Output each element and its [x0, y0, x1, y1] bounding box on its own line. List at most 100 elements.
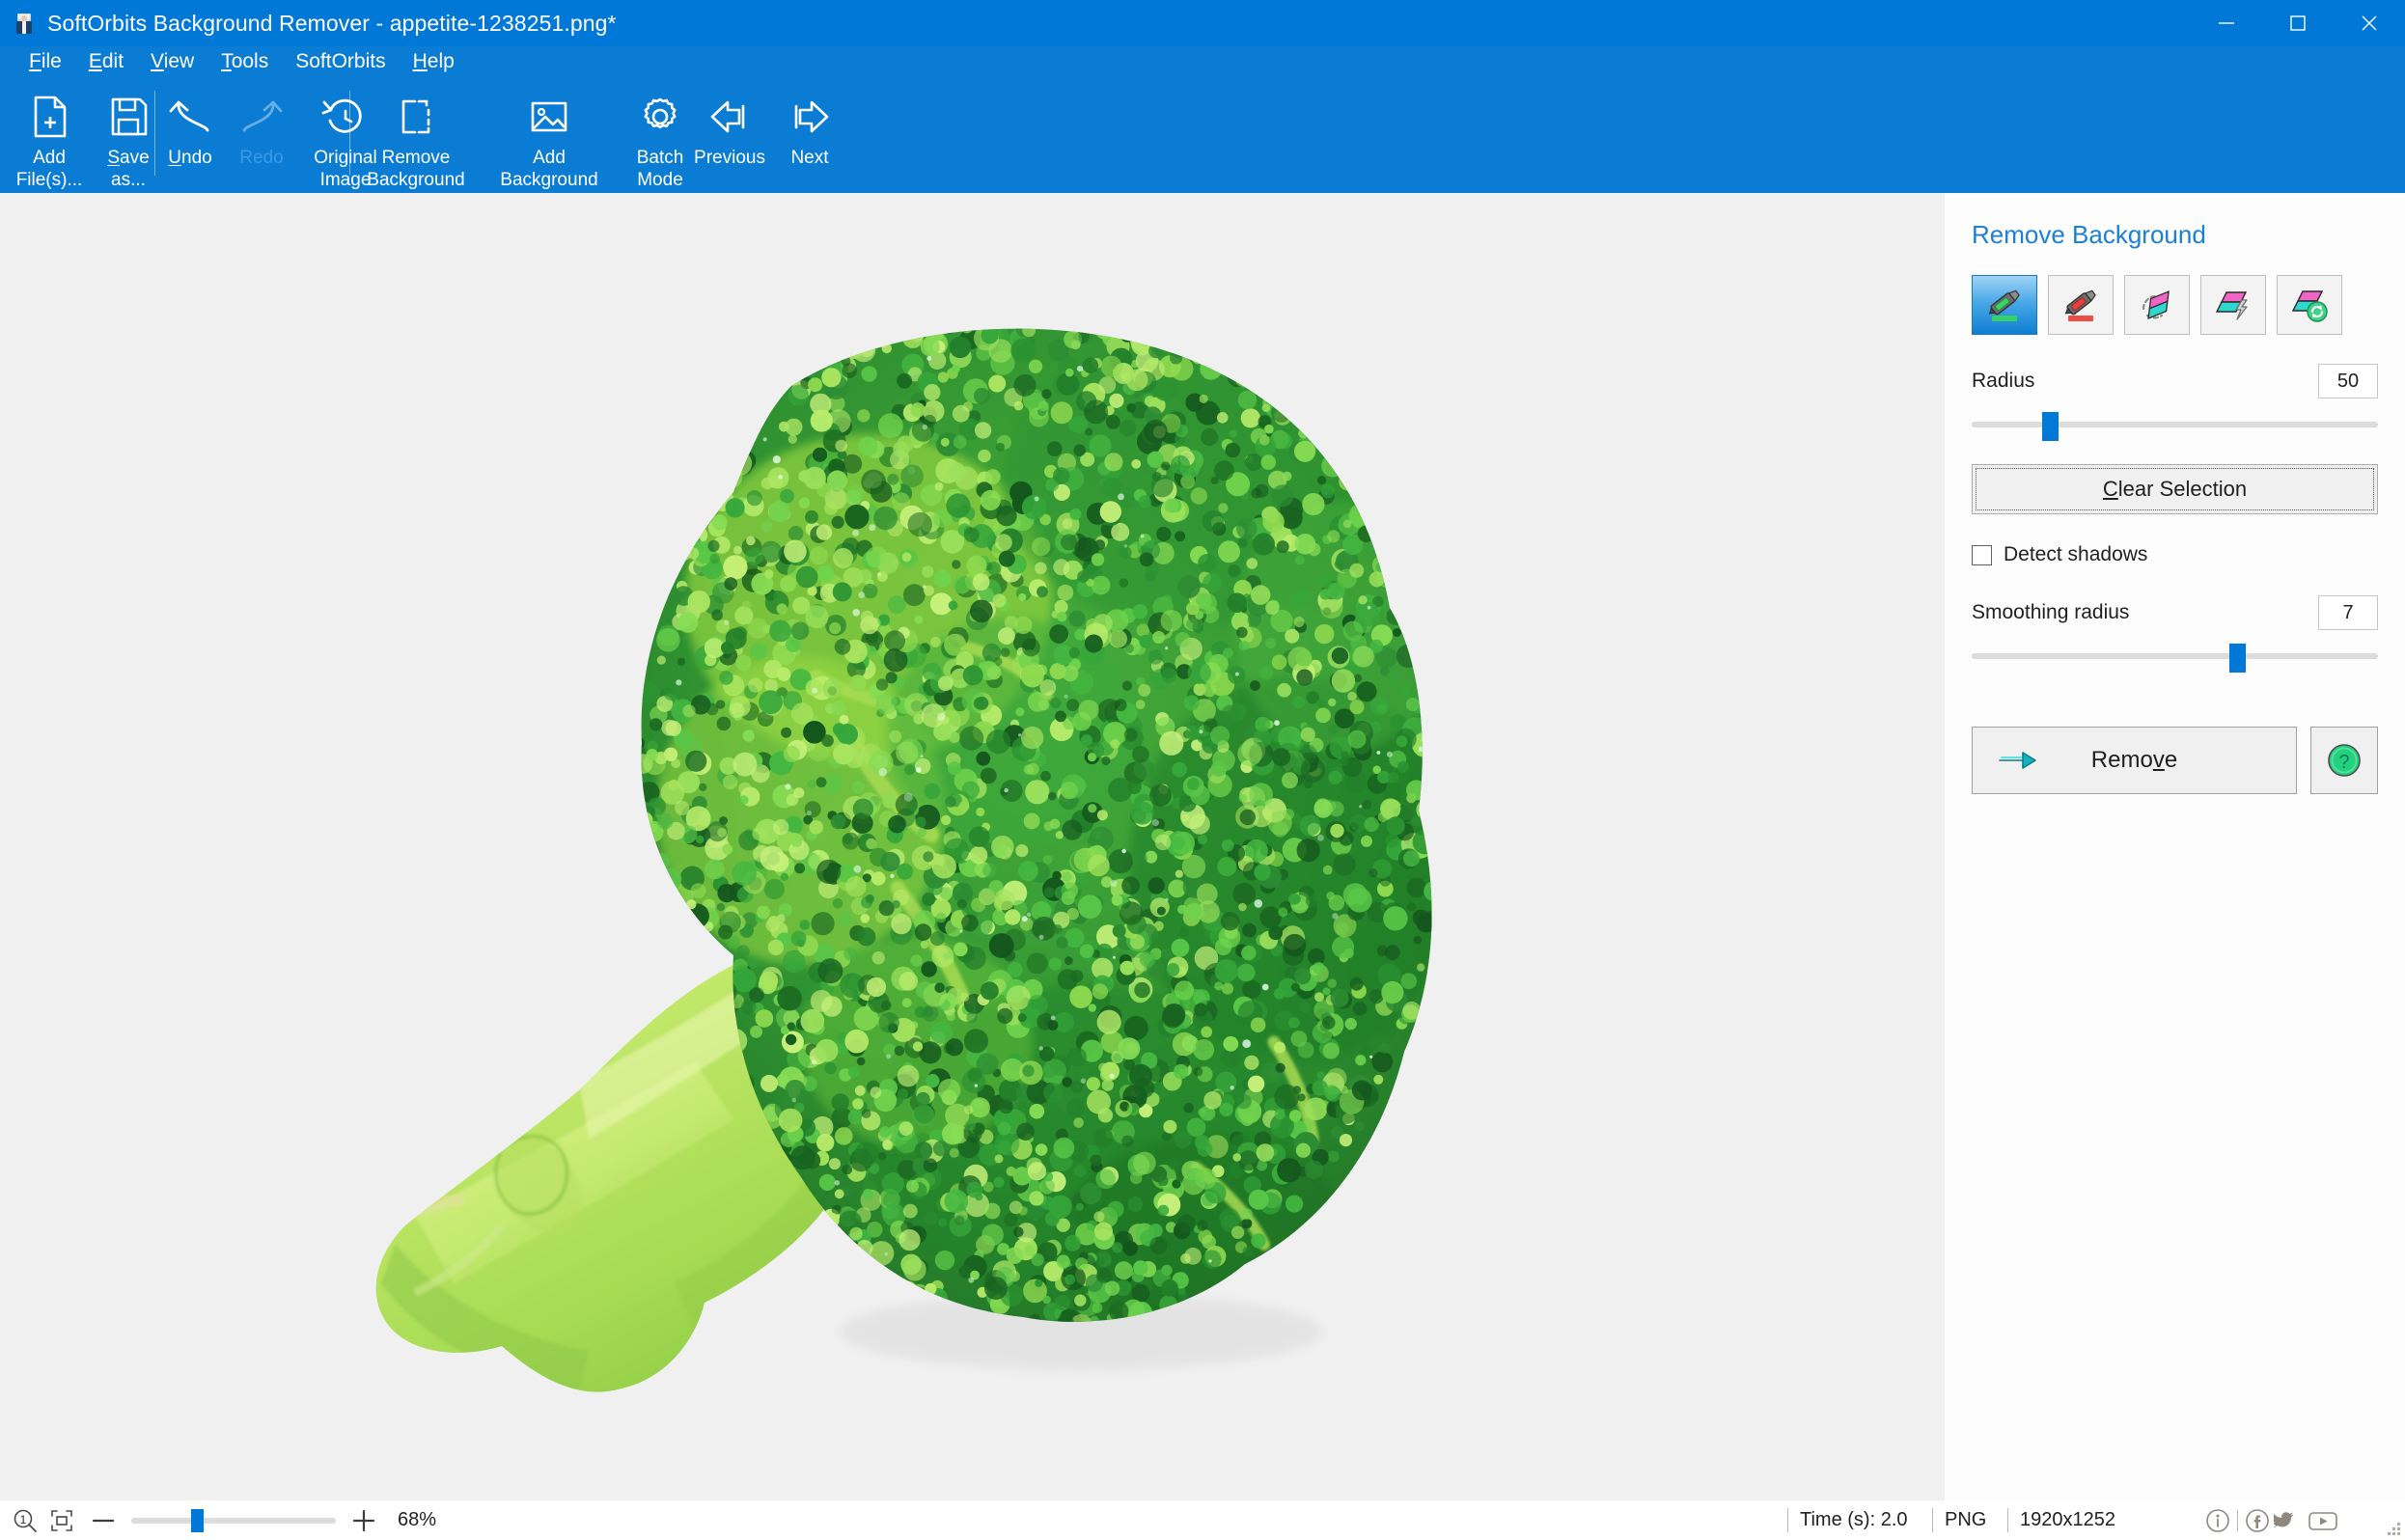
- radius-slider[interactable]: [1972, 410, 2378, 441]
- toolbar-next-label: Next: [790, 148, 829, 168]
- tool-keep-marker-button[interactable]: [1972, 275, 2037, 335]
- resize-grip[interactable]: [2387, 1522, 2400, 1535]
- zoom-slider-track: [131, 1517, 336, 1524]
- detect-shadows-row[interactable]: Detect shadows: [1972, 543, 2378, 566]
- toolbar-previous-label: Previous: [694, 148, 765, 168]
- menu-label-help: elp: [427, 50, 455, 72]
- menu-item-file[interactable]: File: [15, 48, 75, 75]
- menu-bar: File Edit View Tools SoftOrbits Help: [0, 46, 2405, 77]
- youtube-icon[interactable]: [2307, 1506, 2339, 1535]
- clear-selection-button[interactable]: Clear Selection: [1972, 464, 2378, 514]
- close-button[interactable]: [2334, 0, 2405, 46]
- twitter-icon[interactable]: [2274, 1506, 2305, 1535]
- radius-label: Radius: [1972, 370, 2035, 392]
- broccoli-image: [0, 193, 1945, 1500]
- menu-label-tools: ools: [231, 50, 269, 72]
- facebook-icon[interactable]: [2243, 1506, 2272, 1535]
- picture-icon: [523, 89, 575, 145]
- toolbar-remove-background-button[interactable]: Remove Background: [349, 77, 483, 191]
- toolbar-add-background-button[interactable]: Add Background: [483, 77, 616, 191]
- smoothing-radius-slider[interactable]: [1972, 642, 2378, 673]
- smoothing-radius-slider-thumb[interactable]: [2228, 644, 2246, 673]
- menu-item-help[interactable]: Help: [400, 48, 468, 75]
- toolbar-redo-label: Redo: [239, 148, 284, 168]
- tool-eraser-button[interactable]: [2124, 275, 2190, 335]
- menu-label-edit: dit: [101, 50, 124, 72]
- toolbar-previous-button[interactable]: Previous: [685, 77, 774, 169]
- smoothing-radius-slider-track: [1972, 653, 2378, 659]
- crop-dashed-icon: [390, 89, 442, 145]
- minimize-button[interactable]: [2191, 0, 2262, 46]
- add-file-icon: [24, 89, 74, 145]
- toolbar-next-button[interactable]: Next: [774, 77, 845, 169]
- tool-auto-restore-button[interactable]: [2277, 275, 2342, 335]
- window-controls: [2191, 0, 2405, 46]
- menu-label-view: iew: [163, 50, 195, 72]
- smoothing-radius-row: Smoothing radius 7: [1972, 595, 2378, 630]
- status-dimensions-label: 1920x1252: [2020, 1509, 2115, 1530]
- title-bar: SoftOrbits Background Remover - appetite…: [0, 0, 2405, 46]
- save-icon: [103, 89, 153, 145]
- detect-shadows-label: Detect shadows: [2004, 543, 2148, 565]
- menu-label-softorbits: SoftOrbits: [295, 50, 386, 72]
- toolbar-save-as-label: Save as...: [107, 148, 150, 190]
- menu-item-softorbits[interactable]: SoftOrbits: [282, 48, 399, 75]
- menu-item-edit[interactable]: Edit: [75, 48, 137, 75]
- smoothing-radius-value-input[interactable]: 7: [2318, 595, 2378, 630]
- help-question-icon: ?: [2328, 744, 2361, 777]
- arrow-left-icon: [703, 89, 757, 145]
- maximize-button[interactable]: [2262, 0, 2334, 46]
- help-button[interactable]: ?: [2310, 727, 2378, 794]
- social-links: [2203, 1500, 2339, 1540]
- toolbar-batch-mode-label: Batch Mode: [636, 148, 684, 190]
- right-panel: Remove Background Radius 50 Clear Select…: [1945, 193, 2405, 1540]
- teal-arrow-icon: [1998, 748, 2038, 773]
- status-divider-2: [1932, 1508, 1933, 1532]
- radius-row: Radius 50: [1972, 364, 2378, 399]
- toolbar-remove-background-label: Remove Background: [367, 148, 465, 190]
- toolbar-undo-button[interactable]: Undo: [154, 77, 226, 169]
- window-title: SoftOrbits Background Remover - appetite…: [47, 10, 617, 36]
- toolbar-add-files-label: Add File(s)...: [15, 148, 83, 190]
- remove-button[interactable]: Remove: [1972, 727, 2297, 794]
- redo-arrow-icon: [235, 89, 289, 145]
- zoom-slider-thumb[interactable]: [190, 1508, 204, 1532]
- status-format-label: PNG: [1945, 1509, 1987, 1530]
- zoom-percent-label: 68%: [398, 1509, 437, 1530]
- image-canvas[interactable]: [0, 193, 1945, 1500]
- toolbar-redo-button: Redo: [226, 77, 297, 169]
- social-divider: [2237, 1509, 2238, 1531]
- radius-slider-thumb[interactable]: [2041, 412, 2059, 441]
- toolbar-undo-label: Undo: [168, 148, 212, 168]
- menu-item-view[interactable]: View: [137, 48, 207, 75]
- status-time-label: Time (s): 2.0: [1800, 1509, 1908, 1530]
- gear-icon: [634, 89, 686, 145]
- status-divider-1: [1787, 1508, 1788, 1532]
- zoom-slider[interactable]: [131, 1508, 336, 1533]
- svg-text:1: 1: [20, 1513, 27, 1526]
- radius-value-input[interactable]: 50: [2318, 364, 2378, 399]
- panel-title: Remove Background: [1972, 220, 2206, 249]
- zoom-in-icon[interactable]: [351, 1508, 376, 1533]
- toolbar-add-files-button[interactable]: Add File(s)...: [8, 77, 91, 191]
- toolbar: Add File(s)... Save as... Undo Redo Orig…: [0, 77, 2405, 193]
- tool-magic-wand-button[interactable]: [2200, 275, 2266, 335]
- application-window: SoftOrbits Background Remover - appetite…: [0, 0, 2405, 1540]
- focus-ring: [1976, 468, 2374, 510]
- smoothing-radius-label: Smoothing radius: [1972, 601, 2130, 623]
- zoom-actual-size-icon[interactable]: 1: [12, 1507, 39, 1534]
- fit-to-window-icon[interactable]: [48, 1507, 75, 1534]
- status-divider-3: [2007, 1508, 2008, 1532]
- tool-remove-marker-button[interactable]: [2048, 275, 2114, 335]
- zoom-out-icon[interactable]: [91, 1508, 116, 1533]
- undo-arrow-icon: [163, 89, 217, 145]
- menu-item-tools[interactable]: Tools: [207, 48, 282, 75]
- status-bar-left: 1 68%: [0, 1500, 1945, 1540]
- action-row: Remove ?: [1972, 727, 2378, 794]
- toolbar-add-background-label: Add Background: [500, 148, 598, 190]
- info-icon[interactable]: [2203, 1506, 2232, 1535]
- svg-text:?: ?: [2338, 752, 2349, 773]
- detect-shadows-checkbox[interactable]: [1972, 544, 1992, 565]
- menu-label-file: ile: [41, 50, 62, 72]
- arrow-right-icon: [783, 89, 837, 145]
